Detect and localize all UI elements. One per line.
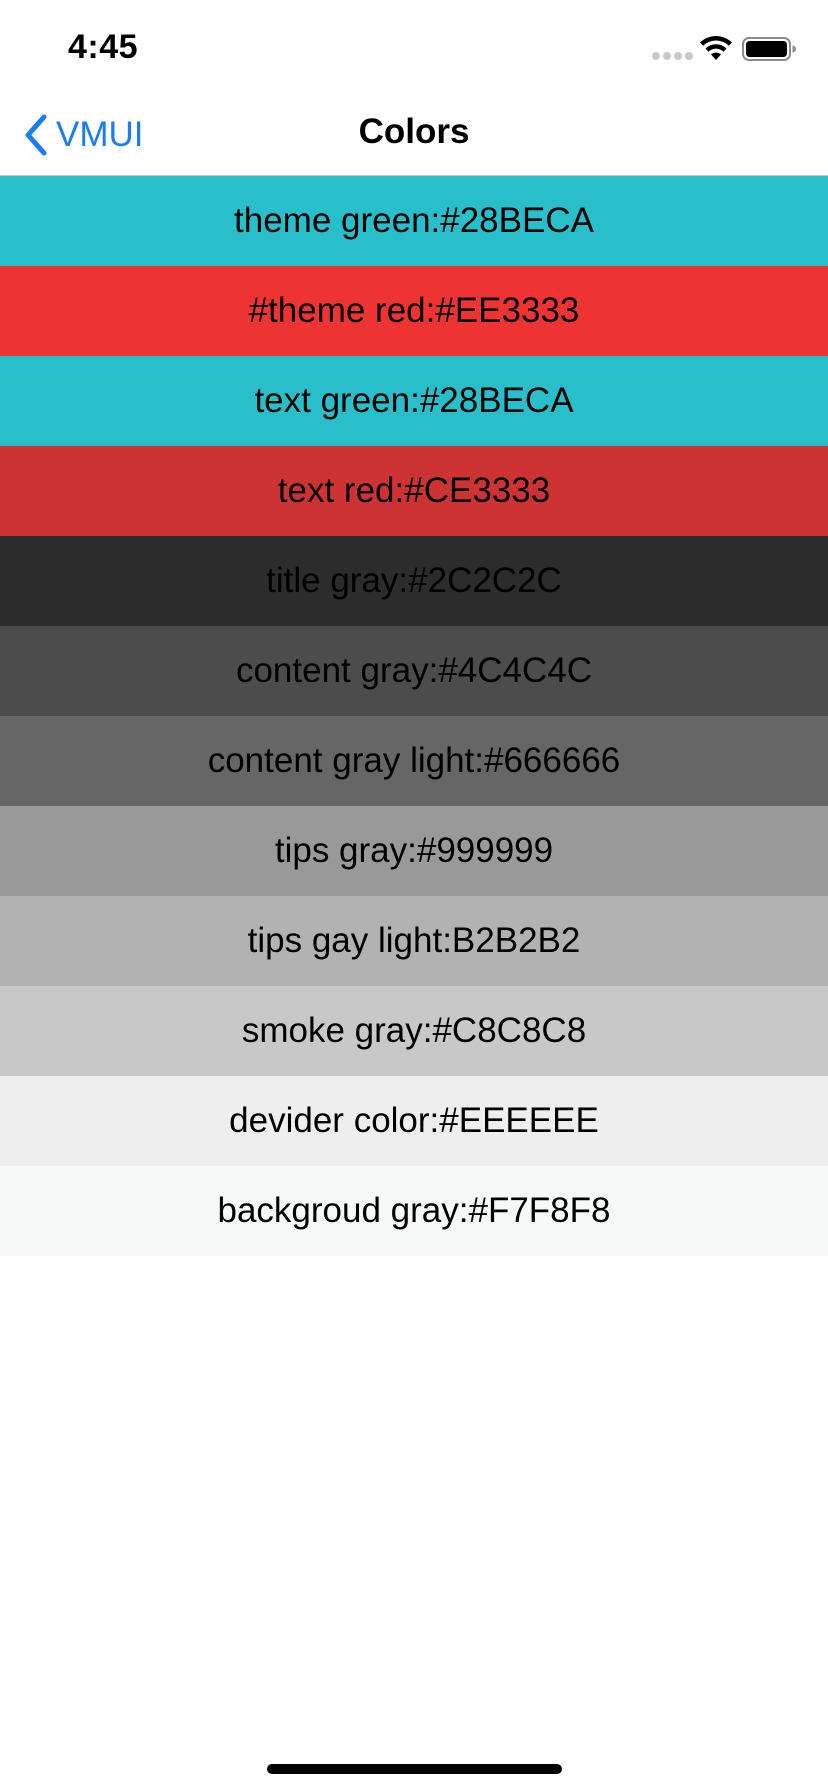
- screen: 4:45 VMUI Colors theme green:#28BECA #th…: [0, 0, 828, 1792]
- color-row-tips-gray-light: tips gay light:B2B2B2: [0, 896, 828, 986]
- color-row-divider-color: devider color:#EEEEEE: [0, 1076, 828, 1166]
- color-row-title-gray: title gray:#2C2C2C: [0, 536, 828, 626]
- status-bar: 4:45: [0, 0, 828, 94]
- color-row-text-red: text red:#CE3333: [0, 446, 828, 536]
- color-row-text-green: text green:#28BECA: [0, 356, 828, 446]
- wifi-icon: [700, 36, 732, 60]
- color-row-content-gray: content gray:#4C4C4C: [0, 626, 828, 716]
- color-row-smoke-gray: smoke gray:#C8C8C8: [0, 986, 828, 1076]
- color-row-content-gray-light: content gray light:#666666: [0, 716, 828, 806]
- navigation-bar: VMUI Colors: [0, 94, 828, 176]
- battery-icon: [742, 37, 796, 61]
- page-title: Colors: [358, 112, 470, 151]
- color-row-theme-red: #theme red:#EE3333: [0, 266, 828, 356]
- color-row-tips-gray: tips gray:#999999: [0, 806, 828, 896]
- status-time: 4:45: [68, 28, 139, 66]
- color-row-background-gray: backgroud gray:#F7F8F8: [0, 1166, 828, 1256]
- home-indicator: [267, 1764, 562, 1774]
- cellular-signal-icon: [652, 52, 693, 60]
- color-row-theme-green: theme green:#28BECA: [0, 176, 828, 266]
- color-list: theme green:#28BECA #theme red:#EE3333 t…: [0, 176, 828, 1256]
